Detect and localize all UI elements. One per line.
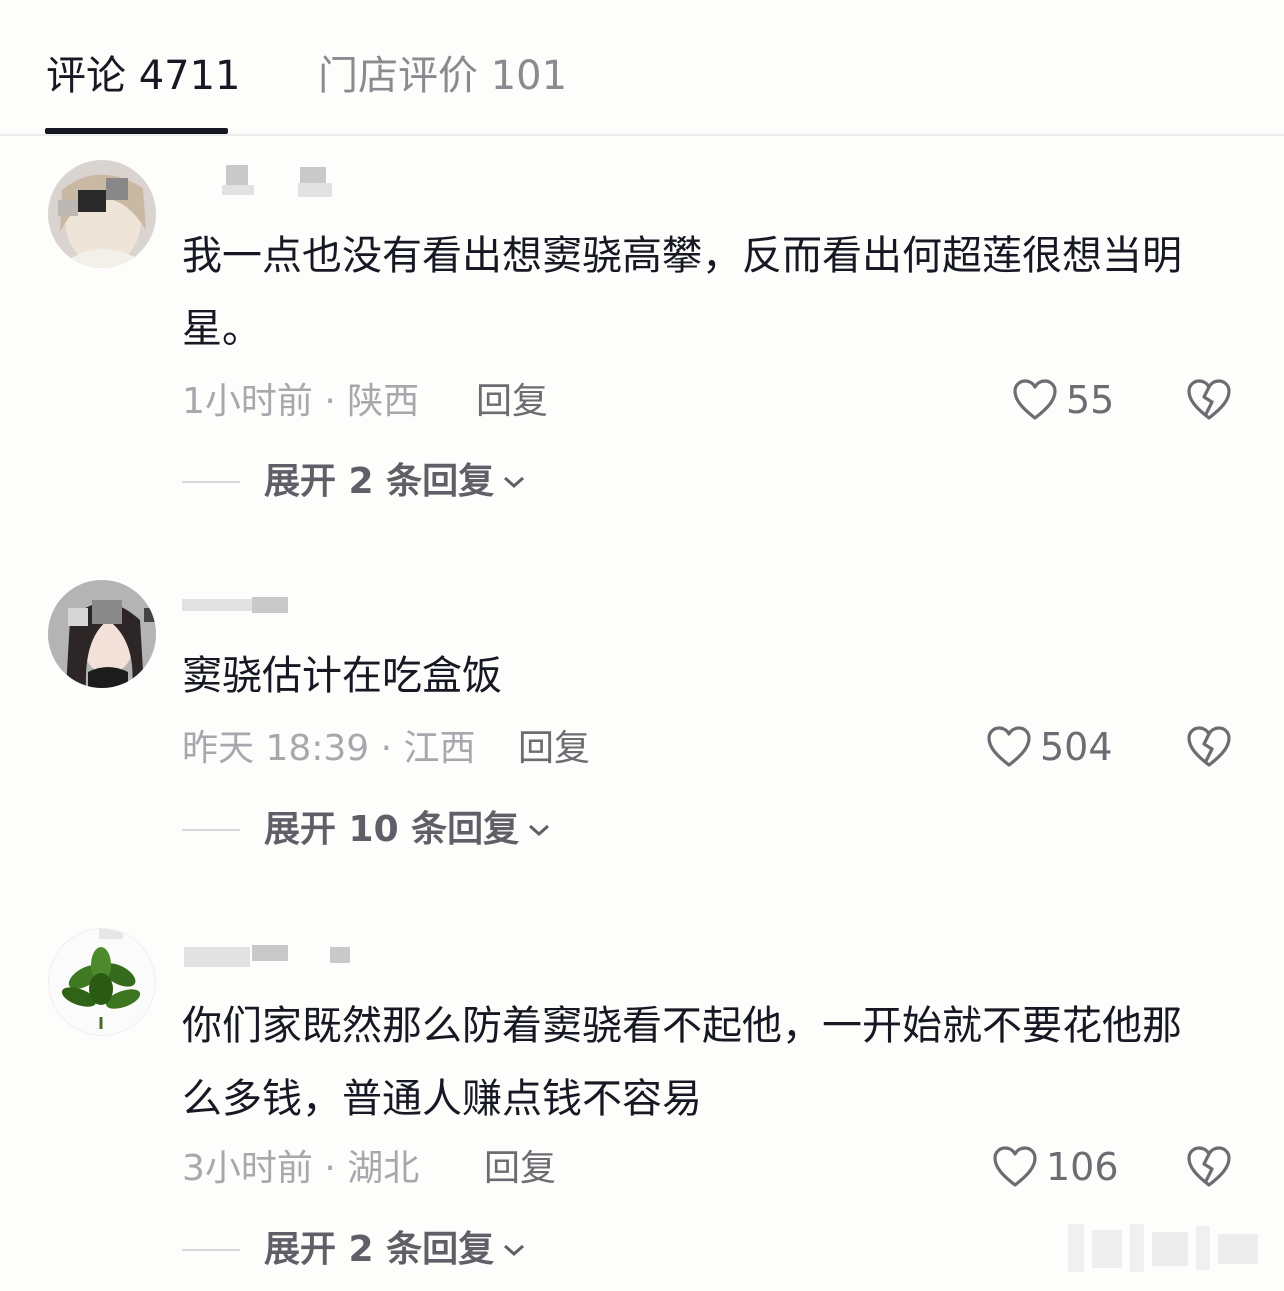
broken-heart-icon [1187,1146,1231,1187]
comment-text: 我一点也没有看出想窦骁高攀，反而看出何超莲很想当明星。 [182,233,1182,352]
dislike-button[interactable] [1186,1145,1232,1193]
heart-outline-icon [1013,379,1057,420]
tab-comments[interactable]: 评论 4711 [46,50,241,102]
broken-heart-icon [1187,726,1231,767]
comment-time-location: 1小时前 · 陕西 [182,381,420,422]
watermark [1068,1220,1268,1280]
expand-replies-label: 展开 10 条回复 [264,809,520,850]
expand-replies-label: 展开 2 条回复 [264,461,495,502]
reply-button[interactable]: 回复 [484,1147,556,1191]
avatar[interactable] [48,580,156,688]
comment-text: 窦骁估计在吃盒饭 [182,653,502,699]
tab-store-reviews[interactable]: 门店评价 101 [318,50,567,102]
divider-line [182,1249,240,1251]
like-count: 55 [1066,378,1115,422]
reply-button[interactable]: 回复 [518,727,590,771]
divider-line [182,829,240,831]
expand-replies-button[interactable]: 展开 2 条回复 [182,1228,526,1272]
heart-outline-icon [987,726,1031,767]
chevron-down-icon [529,824,550,837]
comment-time-location: 昨天 18:39 · 江西 [182,728,476,769]
chevron-down-icon [504,476,525,489]
username-redacted[interactable] [182,165,332,197]
like-button[interactable]: 504 [986,725,1113,769]
dislike-button[interactable] [1186,378,1232,426]
divider-line [182,481,240,483]
dislike-button[interactable] [1186,725,1232,773]
expand-replies-button[interactable]: 展开 2 条回复 [182,460,526,504]
expand-replies-label: 展开 2 条回复 [264,1229,495,1270]
avatar[interactable] [48,928,156,1036]
broken-heart-icon [1187,379,1231,420]
heart-outline-icon [993,1146,1037,1187]
comment-tabs: 评论 4711 门店评价 101 [0,0,1284,136]
like-button[interactable]: 106 [992,1145,1119,1189]
active-tab-indicator [45,128,228,134]
comment-time-location: 3小时前 · 湖北 [182,1148,420,1189]
avatar[interactable] [48,160,156,268]
like-count: 504 [1040,725,1113,769]
chevron-down-icon [504,1244,525,1257]
comment-text: 你们家既然那么防着窦骁看不起他，一开始就不要花他那么多钱，普通人赚点钱不容易 [182,1003,1182,1122]
like-button[interactable]: 55 [1012,378,1114,422]
username-redacted[interactable] [182,943,352,973]
expand-replies-button[interactable]: 展开 10 条回复 [182,808,551,852]
like-count: 106 [1046,1145,1119,1189]
reply-button[interactable]: 回复 [476,380,548,424]
username-redacted[interactable] [182,595,292,625]
